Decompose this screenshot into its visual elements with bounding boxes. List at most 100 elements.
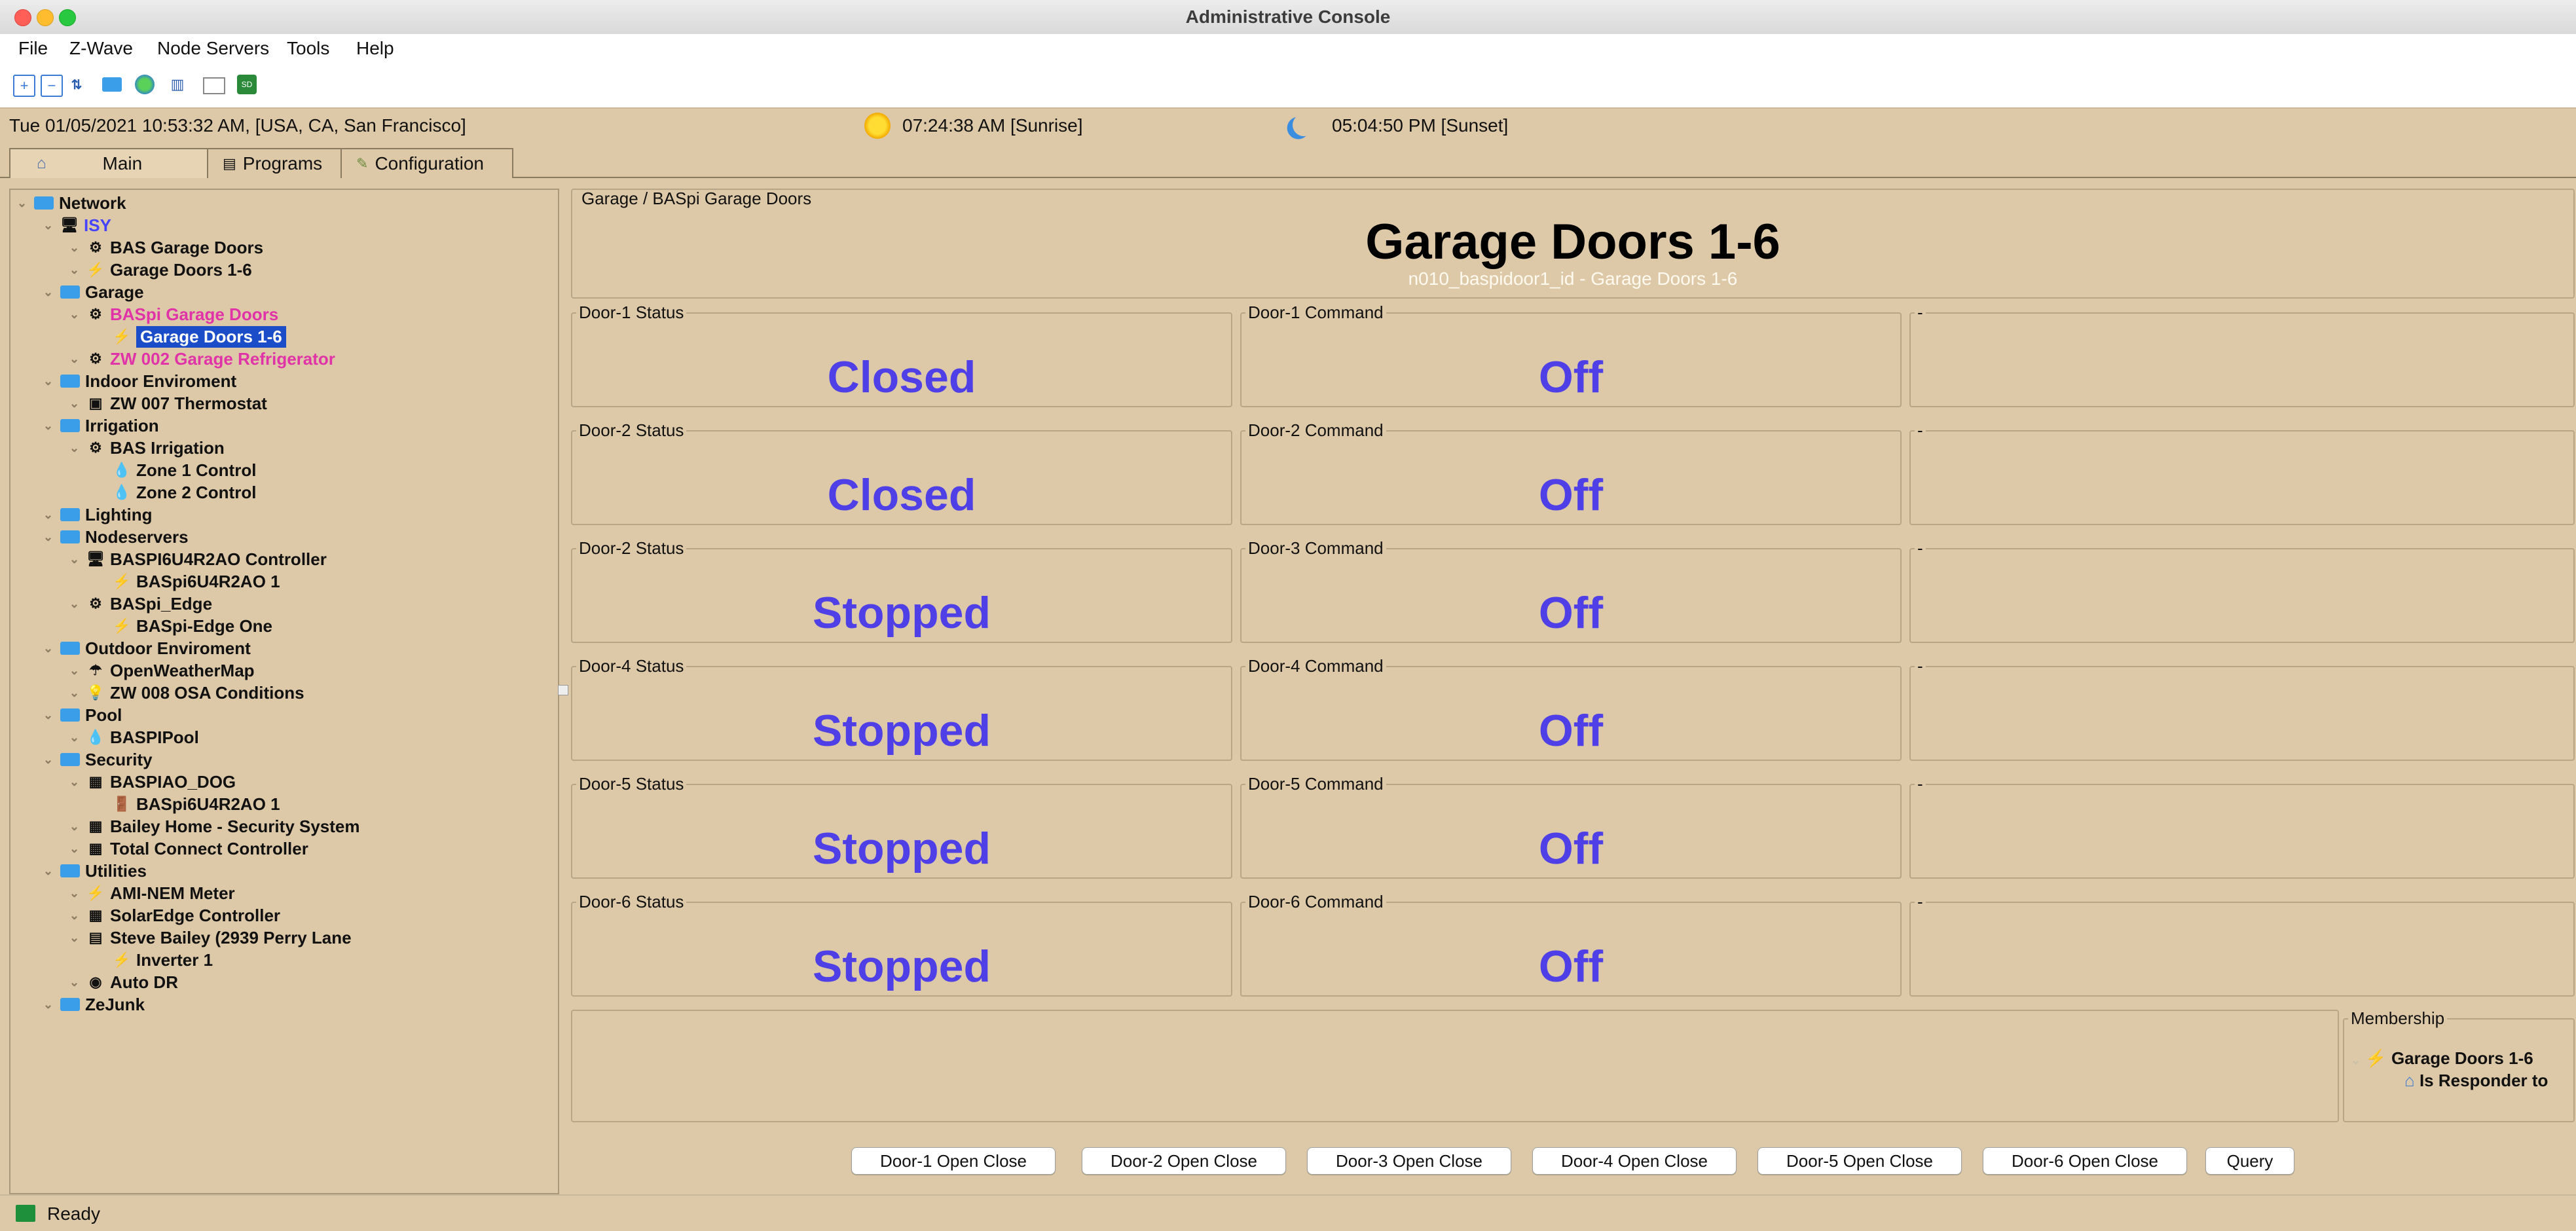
tree-node[interactable]: ⌄ Outdoor Enviroment [43, 638, 251, 659]
chevron-down-icon[interactable]: ⌄ [43, 419, 53, 433]
chevron-down-icon[interactable]: ⌄ [69, 931, 79, 945]
tree-node[interactable]: ⌄ ▦ SolarEdge Controller [69, 905, 280, 926]
chevron-down-icon[interactable]: ⌄ [43, 642, 53, 655]
chevron-down-icon[interactable]: ⌄ [69, 308, 79, 322]
chevron-down-icon[interactable]: ⌄ [43, 375, 53, 388]
tree-node[interactable]: ⌄ 💧 BASPIPool [69, 727, 199, 748]
sort-az-icon[interactable]: ⇅ [67, 75, 86, 94]
door-2-open-close-button[interactable]: Door-2 Open Close [1082, 1147, 1286, 1175]
chevron-down-icon[interactable]: ⌄ [69, 976, 79, 989]
tree-node[interactable]: ⌄ ▦ Total Connect Controller [69, 838, 308, 859]
chevron-down-icon[interactable]: ⌄ [69, 731, 79, 744]
chart-icon[interactable]: ▥ [168, 75, 187, 94]
chevron-down-icon[interactable]: ⌄ [69, 352, 79, 366]
tree-node[interactable]: ⌄ 🖥 ISY [43, 215, 111, 236]
door-6-open-close-button[interactable]: Door-6 Open Close [1983, 1147, 2187, 1175]
door-5-open-close-button[interactable]: Door-5 Open Close [1757, 1147, 1962, 1175]
chevron-down-icon[interactable]: ⌄ [43, 753, 53, 767]
tree-node[interactable]: ⚡ Garage Doors 1-6 [113, 325, 286, 348]
tree-node[interactable]: ⌄ Irrigation [43, 415, 159, 436]
chevron-down-icon[interactable]: ⌄ [43, 998, 53, 1012]
door-1-open-close-button[interactable]: Door-1 Open Close [851, 1147, 1056, 1175]
folder-icon [60, 642, 80, 655]
door-3-open-close-button[interactable]: Door-3 Open Close [1307, 1147, 1511, 1175]
tree-node[interactable]: ⌄ Nodeservers [43, 526, 189, 547]
menu-help[interactable]: Help [356, 38, 394, 59]
menu-tools[interactable]: Tools [287, 38, 329, 59]
chevron-down-icon[interactable]: ⌄ [69, 597, 79, 611]
chevron-down-icon[interactable]: ⌄ [69, 664, 79, 678]
tree-node[interactable]: ⌄ ▦ BASPIAO_DOG [69, 771, 236, 792]
tree-node[interactable]: ⚡ BASpi-Edge One [113, 616, 272, 636]
tree-node[interactable]: ⌄ Lighting [43, 504, 153, 525]
chevron-down-icon[interactable]: ⌄ [43, 508, 53, 522]
tree-node[interactable]: ⌄ 🖥 BASPI6U4R2AO Controller [69, 549, 327, 570]
chevron-down-icon[interactable]: ⌄ [43, 864, 53, 878]
tree-node[interactable]: ⌄ ⚙ BASpi Garage Doors [69, 304, 278, 325]
cell-label: Door-1 Command [1248, 303, 1384, 322]
tree-node[interactable]: ⚡ Inverter 1 [113, 949, 213, 970]
tree-node[interactable]: ⚡ BASpi6U4R2AO 1 [113, 571, 280, 592]
chevron-down-icon[interactable]: ⌄ [69, 842, 79, 856]
chevron-down-icon[interactable]: ⌄ [17, 196, 27, 210]
chevron-down-icon[interactable]: ⌄ [69, 909, 79, 923]
tree-node[interactable]: ⌄ ▤ Steve Bailey (2939 Perry Lane [69, 927, 352, 948]
tree-node[interactable]: ⌄ ▣ ZW 007 Thermostat [69, 393, 267, 414]
tree-node[interactable]: ⌄ Utilities [43, 860, 147, 881]
chevron-down-icon[interactable]: ⌄ [69, 820, 79, 834]
tab-configuration[interactable]: ✎ Configuration [340, 148, 513, 178]
chevron-down-icon[interactable]: ⌄ [43, 219, 53, 232]
tree-node[interactable]: 🚪 BASpi6U4R2AO 1 [113, 794, 280, 815]
chevron-down-icon[interactable]: ⌄ [69, 887, 79, 900]
chevron-down-icon[interactable]: ⌄ [69, 397, 79, 411]
chevron-down-icon[interactable]: ⌄ [69, 241, 79, 255]
tree-node[interactable]: ⌄ ◉ Auto DR [69, 972, 178, 993]
door-command-cell: Door-3 Command Off [1240, 538, 1902, 643]
tree-node[interactable]: 💧 Zone 2 Control [113, 482, 256, 503]
tree-node[interactable]: ⌄ ☂ OpenWeatherMap [69, 660, 255, 681]
tree-node[interactable]: 💧 Zone 1 Control [113, 460, 256, 481]
tree-node[interactable]: ⌄ ▦ Bailey Home - Security System [69, 816, 360, 837]
chevron-down-icon[interactable]: ⌄ [43, 530, 53, 544]
tree-node-label: BAS Irrigation [110, 437, 225, 458]
tab-programs[interactable]: ▤ Programs [207, 148, 342, 178]
door-4-open-close-button[interactable]: Door-4 Open Close [1532, 1147, 1737, 1175]
tree-node[interactable]: ⌄ ⚙ BAS Irrigation [69, 437, 225, 458]
tree-node[interactable]: ⌄ Indoor Enviroment [43, 371, 236, 392]
tree-node[interactable]: ⌄ Pool [43, 705, 122, 726]
membership-role[interactable]: ⌂ Is Responder to [2404, 1071, 2548, 1091]
tree-node[interactable]: ⌄ ⚙ BASpi_Edge [69, 593, 212, 614]
query-button[interactable]: Query [2205, 1147, 2294, 1175]
splitter-handle[interactable] [558, 685, 568, 695]
tree-node[interactable]: ⌄ Security [43, 749, 153, 770]
sd-card-icon[interactable]: SD [237, 75, 257, 94]
menu-node-servers[interactable]: Node Servers [157, 38, 269, 59]
tree-node[interactable]: ⌄ Network [17, 193, 126, 213]
chevron-down-icon[interactable]: ⌄ [69, 686, 79, 700]
menu-file[interactable]: File [18, 38, 48, 59]
collapse-all-icon[interactable]: − [41, 75, 63, 97]
chevron-down-icon[interactable]: ⌄ [43, 285, 53, 299]
membership-group[interactable]: ⌄ ⚡ Garage Doors 1-6 [2351, 1048, 2533, 1069]
folder-icon[interactable] [102, 77, 122, 92]
tree-node[interactable]: ⌄ Garage [43, 282, 144, 303]
tree-node[interactable]: ⌄ ⚡ AMI-NEM Meter [69, 883, 235, 904]
tab-configuration-label: Configuration [375, 153, 484, 174]
tree-node[interactable]: ⌄ ⚙ BAS Garage Doors [69, 237, 263, 258]
menu-zwave[interactable]: Z-Wave [69, 38, 133, 59]
tree-node[interactable]: ⌄ ZeJunk [43, 994, 145, 1015]
chevron-down-icon[interactable]: ⌄ [69, 553, 79, 566]
tree-node[interactable]: ⌄ ⚙ ZW 002 Garage Refrigerator [69, 348, 335, 369]
expand-all-icon[interactable]: + [13, 75, 35, 97]
globe-icon[interactable] [135, 75, 155, 94]
chevron-down-icon[interactable]: ⌄ [43, 708, 53, 722]
chevron-down-icon[interactable]: ⌄ [69, 775, 79, 789]
tree-node[interactable]: ⌄ ⚡ Garage Doors 1-6 [69, 259, 252, 280]
chevron-down-icon[interactable]: ⌄ [69, 263, 79, 277]
tree-node[interactable]: ⌄ 💡 ZW 008 OSA Conditions [69, 682, 304, 703]
chevron-down-icon[interactable]: ⌄ [69, 441, 79, 455]
cell-label: - [1917, 656, 1923, 676]
window-icon[interactable] [203, 77, 225, 94]
tab-main[interactable]: ⌂ Main [9, 148, 208, 178]
door-extra-cell: - [1909, 774, 2575, 879]
